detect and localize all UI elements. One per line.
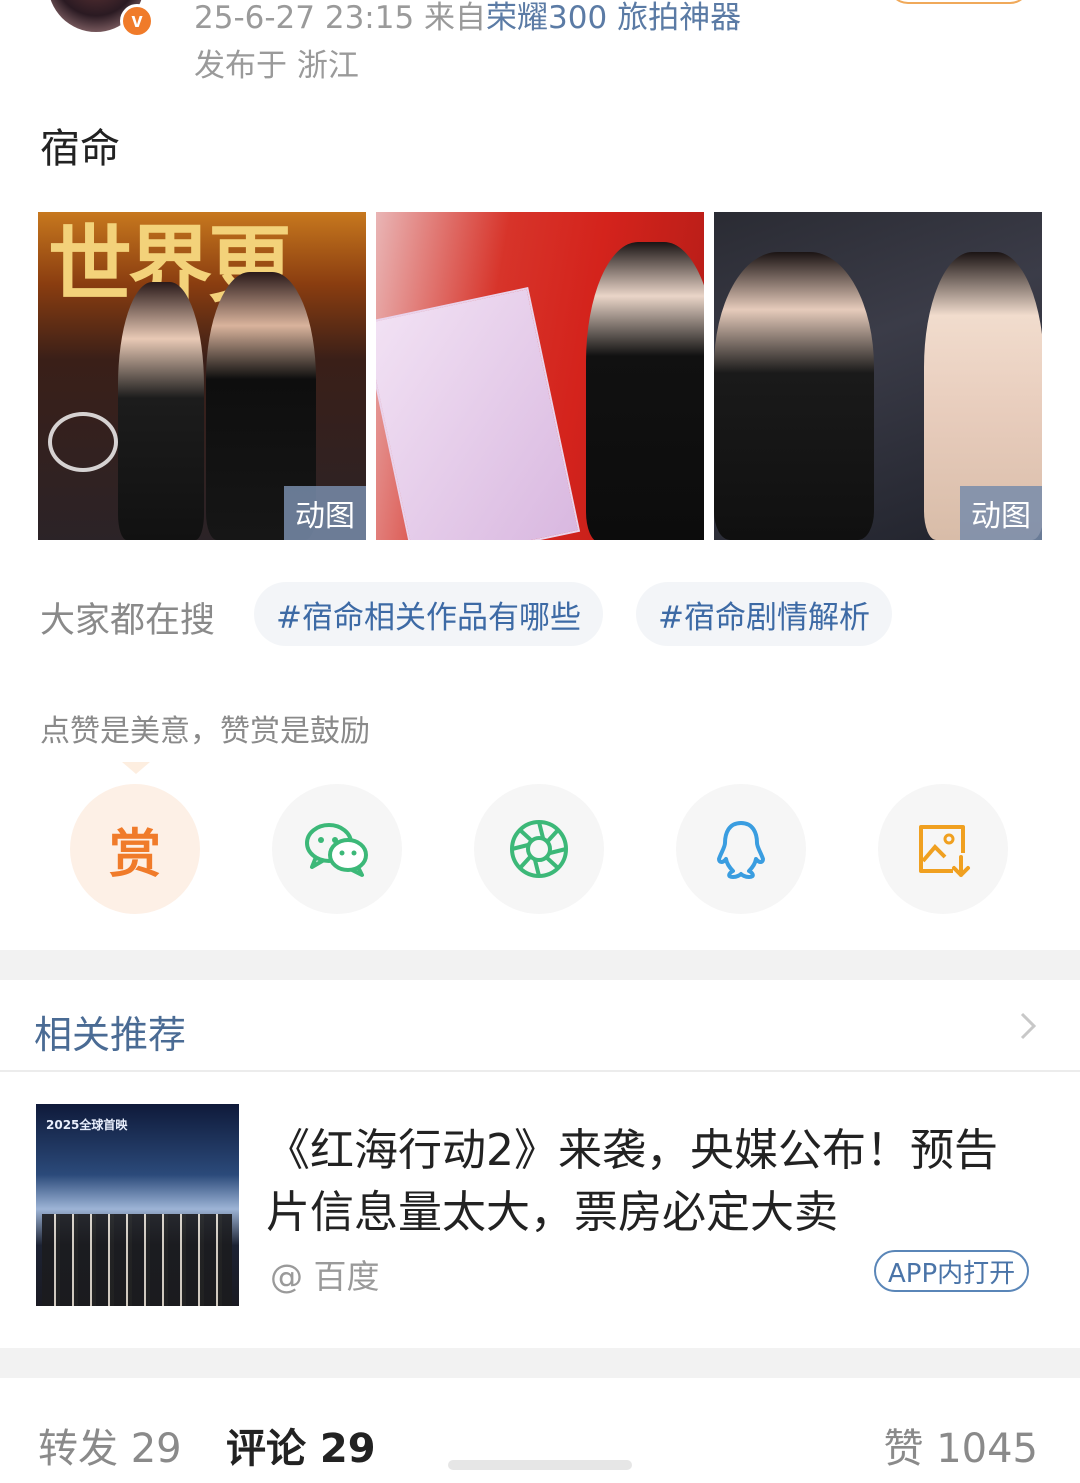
post-time: 25-6-27 23:15 来自 <box>194 0 487 36</box>
reward-tip: 点赞是美意，赞赏是鼓励 <box>40 714 370 749</box>
section-divider <box>0 1348 1080 1378</box>
recommend-header[interactable]: 相关推荐 <box>0 980 1080 1072</box>
section-divider <box>0 950 1080 980</box>
post-image-2[interactable] <box>376 212 704 540</box>
gift-box <box>376 287 581 540</box>
share-moments-button[interactable] <box>474 784 604 914</box>
reward-button[interactable]: 赏 <box>70 784 200 914</box>
trending-search-row: 大家都在搜 #宿命相关作品有哪些 #宿命剧情解析 <box>40 582 1040 646</box>
gif-badge: 动图 <box>960 486 1042 540</box>
thumbnail-label: 2025全球首映 <box>46 1118 128 1132</box>
chevron-right-icon <box>1020 1012 1037 1040</box>
recommend-headline: 《红海行动2》来袭，央媒公布！预告片信息量太大，票房必定大卖 <box>266 1125 998 1238</box>
person-figure <box>586 242 704 540</box>
recommend-title: 相关推荐 <box>34 1013 187 1057</box>
gif-badge: 动图 <box>284 486 366 540</box>
tip-arrow <box>122 762 150 774</box>
open-in-app-button[interactable]: APP内打开 <box>874 1250 1030 1292</box>
recommend-card[interactable]: 2025全球首映 《红海行动2》来袭，央媒公布！预告片信息量太大，票房必定大卖 … <box>0 1074 1080 1348</box>
post-source-link[interactable]: 荣耀300 旅拍神器 <box>486 0 741 36</box>
share-qq-button[interactable] <box>676 784 806 914</box>
recommend-thumbnail: 2025全球首映 <box>36 1104 239 1306</box>
reward-icon: 赏 <box>108 824 161 885</box>
share-row: 赏 <box>70 784 1010 914</box>
repost-tab[interactable]: 转发 29 <box>38 1416 182 1474</box>
recommend-source: @ 百度 <box>270 1257 380 1296</box>
post-location: 发布于 浙江 <box>194 48 359 84</box>
trending-tag[interactable]: #宿命剧情解析 <box>636 582 892 646</box>
post-image-1[interactable]: 世界更 动图 <box>38 212 366 540</box>
wechat-icon <box>305 823 368 877</box>
home-indicator <box>448 1460 632 1470</box>
group-figures <box>42 1214 232 1306</box>
trending-tag[interactable]: #宿命相关作品有哪些 <box>254 582 603 646</box>
save-image-button[interactable] <box>878 784 1008 914</box>
post-header: v 25-6-27 23:15 来自荣耀300 旅拍神器 发布于 浙江 <box>0 0 1080 90</box>
verified-badge-icon: v <box>120 4 154 38</box>
comment-tab[interactable]: 评论 29 <box>226 1416 376 1474</box>
post-meta: 25-6-27 23:15 来自荣耀300 旅拍神器 <box>194 0 741 37</box>
person-figure <box>714 252 874 540</box>
like-tab[interactable]: 赞 1045 <box>883 1416 1038 1474</box>
save-image-icon <box>919 825 970 877</box>
share-wechat-button[interactable] <box>272 784 402 914</box>
image-grid: 世界更 动图 动图 <box>38 212 1042 540</box>
trending-search-label: 大家都在搜 <box>40 601 216 641</box>
moments-icon <box>510 820 568 878</box>
follow-button[interactable] <box>888 0 1030 4</box>
qq-icon <box>717 821 765 879</box>
post-text: 宿命 <box>40 126 120 172</box>
weibo-watermark-icon <box>48 412 118 472</box>
post-image-3[interactable]: 动图 <box>714 212 1042 540</box>
person-figure <box>118 282 204 540</box>
